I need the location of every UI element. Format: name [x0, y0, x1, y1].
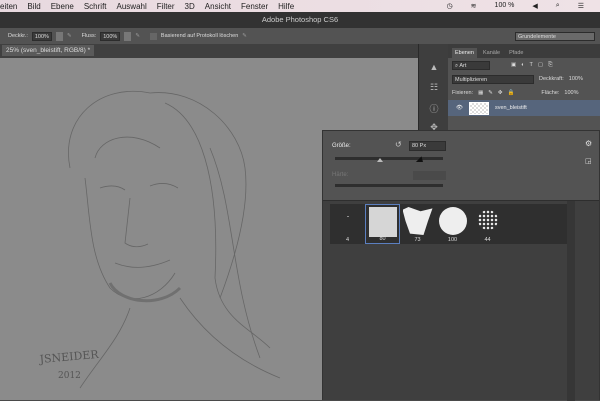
- hardness-field: [413, 171, 446, 180]
- filter-smart-object-icon[interactable]: ⎘: [548, 62, 552, 69]
- filter-shape-icon[interactable]: ▢: [538, 62, 543, 68]
- menu-bar: eiten Bild Ebene Schrift Auswahl Filter …: [0, 0, 600, 12]
- reset-size-icon[interactable]: ↺: [395, 140, 402, 149]
- window-title: Adobe Photoshop CS6: [0, 12, 600, 28]
- menu-item[interactable]: Ansicht: [205, 2, 231, 11]
- search-icon[interactable]: ⌕: [556, 2, 560, 10]
- document-tab-label: 25% (sven_bleistift, RGB/8) *: [2, 45, 95, 56]
- size-slider-thumb[interactable]: [377, 158, 384, 162]
- brush-size-label: 44: [484, 237, 491, 243]
- opacity-value[interactable]: 100%: [569, 76, 583, 82]
- filter-type-icon[interactable]: T: [530, 62, 533, 68]
- tab-layers[interactable]: Ebenen: [452, 48, 477, 58]
- brush-preset[interactable]: 73: [400, 204, 435, 244]
- signature: JSNEIDER: [38, 348, 100, 366]
- brush-preset-list: 4 80 73 100 44: [323, 200, 599, 401]
- menu-item[interactable]: Auswahl: [117, 2, 147, 11]
- hardness-slider: [335, 184, 443, 187]
- flow-dropdown[interactable]: [124, 31, 132, 41]
- size-field[interactable]: 80 Px: [409, 141, 446, 151]
- tab-paths[interactable]: Pfade: [506, 48, 526, 58]
- menu-item[interactable]: Fenster: [241, 2, 268, 11]
- document-tab[interactable]: 25% (sven_bleistift, RGB/8) *: [0, 44, 425, 58]
- filter-adjustment-icon[interactable]: ◐: [521, 62, 524, 68]
- layer-name: sven_bleistift: [494, 105, 527, 111]
- layer-filter-select[interactable]: ⌕ Art: [452, 60, 490, 70]
- size-slider[interactable]: [335, 157, 443, 160]
- opacity-label: Deckkraft:: [539, 76, 564, 82]
- flow-label: Fluss:: [81, 33, 97, 39]
- menu-item[interactable]: Hilfe: [278, 2, 294, 11]
- brush-preset-selected[interactable]: 80: [365, 204, 400, 244]
- clock-icon[interactable]: ◷: [447, 2, 453, 10]
- settings-gear-icon[interactable]: ⚙: [585, 139, 592, 148]
- workspace-select[interactable]: Grundelemente: [515, 31, 595, 41]
- tab-channels[interactable]: Kanäle: [480, 48, 503, 58]
- filter-pixel-icon[interactable]: ▣: [511, 62, 516, 68]
- size-label: Größe:: [332, 143, 351, 149]
- fill-value[interactable]: 100%: [564, 90, 578, 96]
- wifi-icon[interactable]: ≋: [471, 2, 477, 10]
- brush-preset-picker: Größe: ↺ 80 Px Härte: ⚙ ◲ 4 80 73 100 44: [322, 130, 600, 401]
- flow-field[interactable]: 100%: [100, 31, 121, 41]
- menu-item[interactable]: eiten: [0, 2, 17, 11]
- menu-item[interactable]: Filter: [157, 2, 175, 11]
- menu-item[interactable]: Schrift: [84, 2, 107, 11]
- brush-size-label: 4: [345, 237, 350, 243]
- history-label: Basierend auf Protokoll löschen: [160, 33, 239, 39]
- layers-panel: Ebenen Kanäle Pfade ⌕ Art ▣ ◐ T ▢ ⎘ Mult…: [448, 44, 600, 134]
- brush-size-label: 100: [447, 237, 458, 243]
- options-bar: Deckkr.: 100% ✎ Fluss: 100% ✎ Basierend …: [0, 28, 600, 44]
- signature-year: 2012: [58, 371, 81, 381]
- layer-thumbnail: [468, 101, 489, 115]
- histogram-icon[interactable]: ▲: [428, 62, 440, 73]
- lock-image-icon[interactable]: ✎: [488, 90, 493, 96]
- hardness-label: Härte:: [332, 172, 349, 178]
- menu-item[interactable]: Ebene: [51, 2, 74, 11]
- menu-item[interactable]: 3D: [185, 2, 195, 11]
- lock-transparent-icon[interactable]: ▦: [478, 90, 483, 96]
- volume-icon[interactable]: ◀: [532, 2, 537, 10]
- brush-size-label: 73: [414, 237, 421, 243]
- brush-preset[interactable]: 4: [330, 204, 365, 244]
- brush-preset[interactable]: 44: [470, 204, 505, 244]
- menu-item[interactable]: Bild: [27, 2, 40, 11]
- opacity-field[interactable]: 100%: [31, 31, 52, 41]
- new-preset-icon[interactable]: ◲: [585, 157, 592, 165]
- airbrush-icon[interactable]: ✎: [135, 33, 140, 39]
- fill-label: Fläche:: [541, 90, 560, 96]
- opacity-label: Deckkr.:: [8, 33, 28, 39]
- opacity-dropdown[interactable]: [55, 31, 63, 41]
- scrollbar[interactable]: [567, 201, 575, 401]
- properties-icon[interactable]: ☷: [428, 82, 440, 93]
- layer-row[interactable]: 👁 sven_bleistift: [448, 100, 600, 116]
- visibility-eye-icon[interactable]: 👁: [456, 105, 463, 111]
- brush-preset[interactable]: 100: [435, 204, 470, 244]
- info-icon[interactable]: ⓘ: [428, 102, 440, 114]
- lock-label: Fixieren:: [452, 90, 474, 96]
- pressure-opacity-icon[interactable]: ✎: [67, 33, 72, 39]
- lock-all-icon[interactable]: 🔒: [508, 90, 515, 96]
- lock-position-icon[interactable]: ✥: [498, 90, 503, 96]
- list-icon[interactable]: ☰: [578, 2, 584, 10]
- brush-size-label: 80: [379, 236, 386, 242]
- pressure-size-icon[interactable]: ✎: [242, 33, 247, 39]
- blend-mode-select[interactable]: Multiplizieren: [452, 74, 534, 84]
- battery-status[interactable]: 100 %: [495, 2, 515, 10]
- filter-value: Art: [459, 62, 467, 69]
- history-checkbox[interactable]: [149, 32, 157, 40]
